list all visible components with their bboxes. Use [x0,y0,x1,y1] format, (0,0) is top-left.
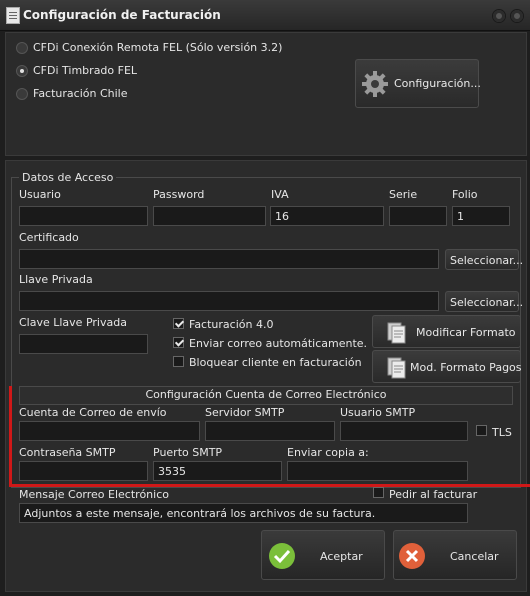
password-label: Password [153,188,205,201]
password-field[interactable] [153,206,266,226]
accept-button[interactable]: Aceptar [261,530,385,580]
email-section-title: Configuración Cuenta de Correo Electróni… [19,386,513,405]
select-certificado-button[interactable]: Seleccionar... [445,249,523,270]
enviar-copia-label: Enviar copia a: [287,446,369,459]
bloquear-cliente-label: Bloquear cliente en facturación [189,356,362,369]
window-title: Configuración de Facturación [23,8,221,22]
access-group-title: Datos de Acceso [19,171,117,184]
certificado-label: Certificado [19,231,79,244]
pedir-facturar-checkbox[interactable] [373,487,384,498]
cuenta-correo-label: Cuenta de Correo de envío [19,406,167,419]
mod-formato-pagos-label: Mod. Formato Pagos [410,361,522,374]
radio-cfdi-remota-label: CFDi Conexión Remota FEL (Sólo versión 3… [33,41,283,54]
serie-label: Serie [389,188,418,201]
folio-field[interactable]: 1 [452,206,510,226]
contrasena-smtp-field[interactable] [19,461,148,481]
usuario-field[interactable] [19,206,148,226]
puerto-smtp-field[interactable]: 3535 [153,461,282,481]
close-button[interactable] [510,9,524,23]
highlight-line-left [9,386,12,487]
gear-icon [362,71,388,97]
llave-privada-label: Llave Privada [19,273,93,286]
document-stack-icon [387,322,406,344]
serie-field[interactable] [389,206,447,226]
radio-cfdi-timbrado-label: CFDi Timbrado FEL [33,64,138,77]
folio-label: Folio [452,188,478,201]
modificar-formato-button[interactable]: Modificar Formato [372,315,521,348]
iva-label: IVA [271,188,289,201]
cancel-button-label: Cancelar [450,550,499,563]
bloquear-cliente-checkbox[interactable] [173,356,184,367]
usuario-label: Usuario [19,188,61,201]
document-icon [6,7,20,24]
configuration-button-label: Configuración... [394,77,481,90]
servidor-smtp-label: Servidor SMTP [205,406,285,419]
radio-facturacion-chile-label: Facturación Chile [33,87,128,100]
tls-label: TLS [492,426,512,439]
configuration-button[interactable]: Configuración... [355,59,481,108]
contrasena-smtp-label: Contraseña SMTP [19,446,116,459]
radio-cfdi-remota[interactable] [16,42,28,54]
cancel-button[interactable]: Cancelar [393,530,517,580]
puerto-smtp-label: Puerto SMTP [153,446,223,459]
llave-privada-field[interactable] [19,291,439,311]
clave-llave-field[interactable] [19,334,148,354]
cancel-x-icon [399,543,425,569]
minimize-button[interactable] [492,9,506,23]
mensaje-correo-field[interactable]: Adjuntos a este mensaje, encontrará los … [19,503,468,523]
highlight-line-bottom [9,484,530,487]
pedir-facturar-label: Pedir al facturar [389,488,478,501]
enviar-correo-checkbox[interactable] [173,337,184,348]
checkmark-icon [269,543,295,569]
radio-facturacion-chile[interactable] [16,88,28,100]
facturacion-40-checkbox[interactable] [173,318,184,329]
usuario-smtp-field[interactable] [340,421,468,441]
modificar-formato-label: Modificar Formato [416,326,516,339]
cuenta-correo-field[interactable] [19,421,200,441]
mensaje-correo-label: Mensaje Correo Electrónico [19,488,169,501]
tls-checkbox[interactable] [476,425,487,436]
servidor-smtp-field[interactable] [205,421,335,441]
accept-button-label: Aceptar [320,550,363,563]
certificado-field[interactable] [19,249,439,269]
radio-cfdi-timbrado[interactable] [16,65,28,77]
usuario-smtp-label: Usuario SMTP [340,406,416,419]
document-stack-icon [387,357,406,379]
clave-llave-label: Clave Llave Privada [19,316,127,329]
select-llave-button[interactable]: Seleccionar... [445,291,523,312]
enviar-copia-field[interactable] [287,461,468,481]
enviar-correo-label: Enviar correo automáticamente. [189,337,368,350]
mod-formato-pagos-button[interactable]: Mod. Formato Pagos [372,350,522,383]
iva-field[interactable]: 16 [270,206,384,226]
facturacion-40-label: Facturación 4.0 [189,318,274,331]
